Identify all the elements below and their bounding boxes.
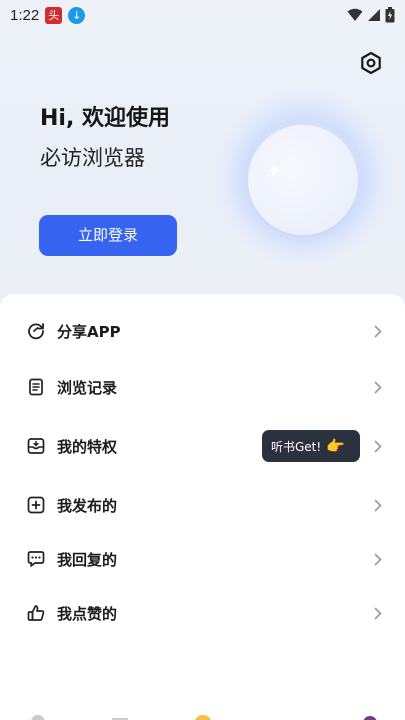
menu-item-my-likes[interactable]: 我点赞的: [0, 587, 405, 639]
menu-item-my-posts[interactable]: 我发布的: [0, 479, 405, 531]
menu-item-my-replies[interactable]: 我回复的: [0, 533, 405, 585]
status-icons: [347, 7, 395, 23]
bottom-nav-peek: [31, 715, 377, 720]
status-time: 1:22: [10, 6, 40, 24]
privilege-icon: [26, 436, 46, 456]
chevron-right-icon: [371, 324, 385, 338]
gear-icon: [361, 51, 381, 75]
settings-button[interactable]: [358, 50, 384, 76]
decorative-orb: [248, 125, 358, 235]
chevron-right-icon: [371, 498, 385, 512]
menu-item-label: 浏览记录: [57, 378, 118, 397]
like-icon: [26, 603, 46, 623]
pointing-hand-icon: 👉: [326, 437, 345, 455]
share-icon: [26, 321, 46, 341]
menu-item-label: 我发布的: [57, 496, 118, 515]
menu-item-label: 我的特权: [57, 437, 118, 456]
wifi-icon: [347, 8, 363, 21]
chevron-right-icon: [371, 552, 385, 566]
battery-icon: [385, 7, 395, 23]
menu-item-share-app[interactable]: 分享APP: [0, 305, 405, 357]
chevron-right-icon: [371, 439, 385, 453]
login-button[interactable]: 立即登录: [39, 215, 177, 256]
menu-item-label: 我点赞的: [57, 604, 118, 623]
menu-item-label: 分享APP: [57, 322, 121, 341]
publish-icon: [26, 495, 46, 515]
menu-item-label: 我回复的: [57, 550, 118, 569]
reply-icon: [26, 549, 46, 569]
menu-item-browse-history[interactable]: 浏览记录: [0, 361, 405, 413]
news-app-icon: 头: [45, 6, 63, 24]
tooltip-text: 听书Get!: [271, 439, 322, 454]
chevron-right-icon: [371, 380, 385, 394]
status-bar: 1:22 头 ↓: [0, 0, 405, 30]
signal-icon: [368, 9, 380, 21]
download-icon: ↓: [68, 6, 86, 24]
audiobook-promo-tooltip[interactable]: 听书Get! 👉: [262, 430, 360, 462]
app-name-subtitle: 必访浏览器: [40, 146, 145, 170]
greeting-title: Hi, 欢迎使用: [40, 106, 170, 131]
sparkle-icon: ✦: [266, 161, 282, 182]
chevron-right-icon: [371, 606, 385, 620]
history-icon: [26, 377, 46, 397]
